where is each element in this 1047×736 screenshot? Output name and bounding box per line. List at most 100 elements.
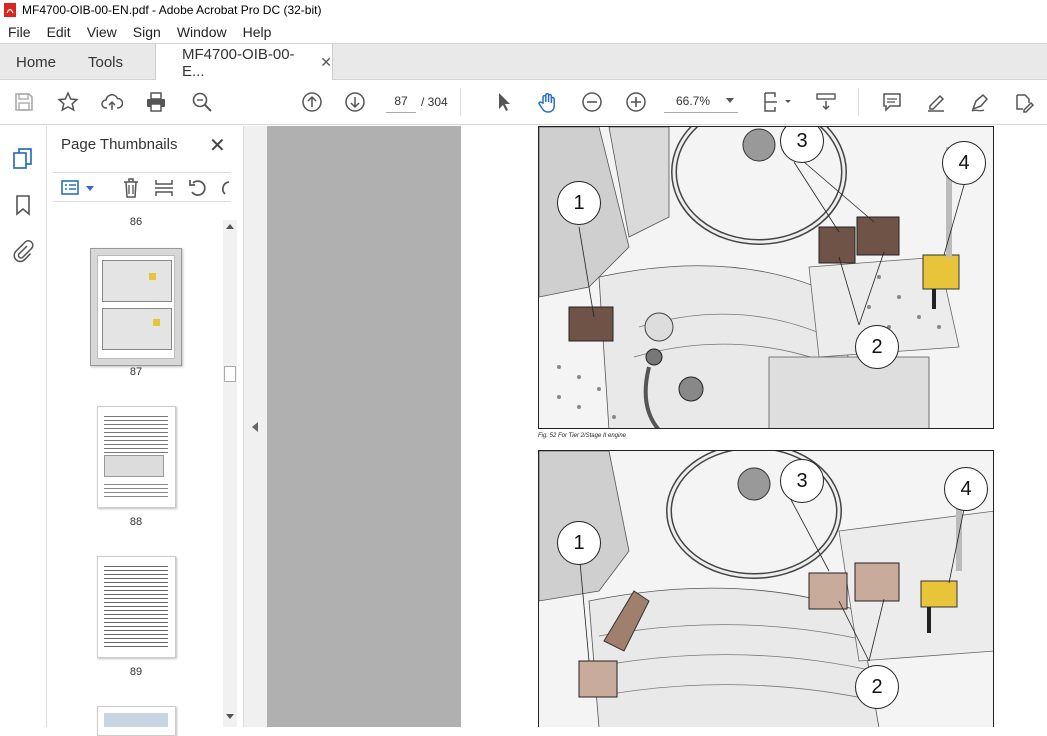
- thumbnail-figure: [102, 260, 172, 302]
- callout-4: 4: [944, 467, 988, 511]
- figure-second-variant: 1 2 3 4: [538, 450, 994, 727]
- toolbar-divider: [460, 88, 461, 116]
- thumbnail-options-icon[interactable]: [61, 179, 81, 197]
- thumbnail-page-90[interactable]: [97, 706, 176, 736]
- scroll-mode-button[interactable]: [814, 90, 838, 114]
- navigation-rail: [0, 126, 47, 727]
- arrow-down-circle-icon: [345, 92, 365, 112]
- save-button[interactable]: [12, 90, 36, 114]
- fill-sign-button[interactable]: [1012, 90, 1036, 114]
- select-tool-button[interactable]: [492, 90, 516, 114]
- plus-circle-icon: [626, 92, 646, 112]
- scroll-up-icon[interactable]: [226, 224, 234, 229]
- save-icon: [15, 93, 33, 111]
- pen-nib-icon: [971, 93, 989, 112]
- page-thumbnails-icon[interactable]: [11, 147, 35, 171]
- menu-help[interactable]: Help: [235, 24, 280, 40]
- zoom-level-select[interactable]: 66.7%: [664, 90, 738, 113]
- panel-splitter[interactable]: [243, 126, 267, 727]
- chevron-down-icon: [726, 98, 734, 103]
- highlighter-pen-icon: [928, 94, 945, 112]
- thumbnail-text-lines: [104, 563, 168, 649]
- hand-icon: [538, 92, 555, 113]
- thumbnail-scrollbar[interactable]: [223, 220, 237, 727]
- next-page-button[interactable]: [343, 90, 367, 114]
- sign-edit-icon: [1016, 94, 1035, 113]
- callout-2: 2: [855, 325, 899, 369]
- menu-bar: File Edit View Sign Window Help: [0, 20, 1047, 43]
- menu-view[interactable]: View: [79, 24, 125, 40]
- tab-bar: Home Tools MF4700-OIB-00-E... ✕: [0, 43, 1047, 81]
- printer-icon: [147, 92, 165, 112]
- close-icon[interactable]: ✕: [209, 133, 226, 158]
- window-title: MF4700-OIB-00-EN.pdf - Adobe Acrobat Pro…: [22, 3, 322, 17]
- upload-button[interactable]: [100, 90, 124, 114]
- zoom-out-button[interactable]: [580, 90, 604, 114]
- thumbnail-page-image: [97, 255, 175, 359]
- hand-tool-button[interactable]: [536, 90, 560, 114]
- callout-1: 1: [557, 521, 601, 565]
- callout-2: 2: [855, 665, 899, 709]
- bookmark-icon[interactable]: [11, 193, 35, 217]
- thumbnail-text-lines: [104, 481, 168, 499]
- find-button[interactable]: [190, 90, 214, 114]
- tab-document-label: MF4700-OIB-00-E...: [182, 45, 295, 80]
- title-bar: MF4700-OIB-00-EN.pdf - Adobe Acrobat Pro…: [0, 0, 1047, 20]
- thumbnail-text-lines: [104, 413, 168, 453]
- arrow-up-circle-icon: [302, 92, 322, 112]
- draw-button[interactable]: [968, 90, 992, 114]
- tab-home[interactable]: Home: [16, 44, 56, 80]
- cab-floor-illustration: [539, 451, 993, 727]
- paperclip-icon[interactable]: [11, 239, 35, 263]
- toolbar-divider: [858, 88, 859, 116]
- thumbnail-page-87[interactable]: [90, 248, 182, 366]
- callout-4: 4: [942, 141, 986, 185]
- menu-sign[interactable]: Sign: [125, 24, 169, 40]
- thumbnail-toolbar: [53, 172, 231, 202]
- previous-page-button[interactable]: [300, 90, 324, 114]
- tab-tools[interactable]: Tools: [88, 44, 123, 80]
- highlight-button[interactable]: [924, 90, 948, 114]
- menu-file[interactable]: File: [0, 24, 39, 40]
- thumbnail-page-88[interactable]: [97, 406, 176, 508]
- comment-button[interactable]: [880, 90, 904, 114]
- scroll-down-icon[interactable]: [226, 714, 234, 719]
- collapse-panel-icon[interactable]: [252, 422, 258, 432]
- page-number-input[interactable]: 87: [386, 90, 416, 113]
- scroll-page-icon: [816, 93, 836, 111]
- tab-close-icon[interactable]: ✕: [320, 54, 332, 71]
- rotate-counterclockwise-icon[interactable]: [187, 177, 209, 199]
- page-display-button[interactable]: [760, 90, 794, 114]
- thumbnail-figure: [104, 713, 168, 727]
- callout-3: 3: [780, 459, 824, 503]
- trash-icon[interactable]: [121, 177, 141, 199]
- page-total-label: / 304: [421, 94, 448, 109]
- thumbnail-figure-detail: [149, 273, 156, 280]
- rotate-clockwise-icon[interactable]: [219, 177, 231, 199]
- bookmark-star-button[interactable]: [56, 90, 80, 114]
- main-toolbar: 87 / 304 66.7%: [0, 80, 1047, 125]
- callout-1: 1: [557, 181, 601, 225]
- tab-home-label: Home: [16, 53, 57, 71]
- cab-floor-illustration: [539, 127, 993, 428]
- page-fit-icon: [764, 92, 791, 112]
- thumbnail-figure: [102, 308, 172, 350]
- menu-window[interactable]: Window: [169, 24, 235, 40]
- pdf-page: 1 2 3 4 Fig. 52 For Tier 2/Stage II engi…: [461, 126, 1047, 727]
- zoom-in-button[interactable]: [624, 90, 648, 114]
- chevron-down-icon[interactable]: [86, 186, 94, 191]
- scrollbar-thumb[interactable]: [224, 366, 236, 382]
- star-icon: [57, 91, 79, 112]
- tab-document[interactable]: MF4700-OIB-00-E... ✕: [155, 44, 333, 81]
- figure-caption: Fig. 52 For Tier 2/Stage II engine: [538, 433, 626, 439]
- cloud-upload-icon: [101, 94, 123, 110]
- zoom-search-icon: [192, 92, 212, 112]
- cursor-arrow-icon: [499, 93, 510, 111]
- thumbnail-page-89[interactable]: [97, 556, 176, 658]
- print-button[interactable]: [144, 90, 168, 114]
- thumbnail-figure: [104, 455, 164, 477]
- document-viewer[interactable]: 1 2 3 4 Fig. 52 For Tier 2/Stage II engi…: [267, 126, 1047, 727]
- menu-edit[interactable]: Edit: [39, 24, 79, 40]
- thumbnail-panel: Page Thumbnails ✕ 86 87 88 89: [47, 126, 243, 736]
- extract-pages-icon[interactable]: [153, 177, 175, 199]
